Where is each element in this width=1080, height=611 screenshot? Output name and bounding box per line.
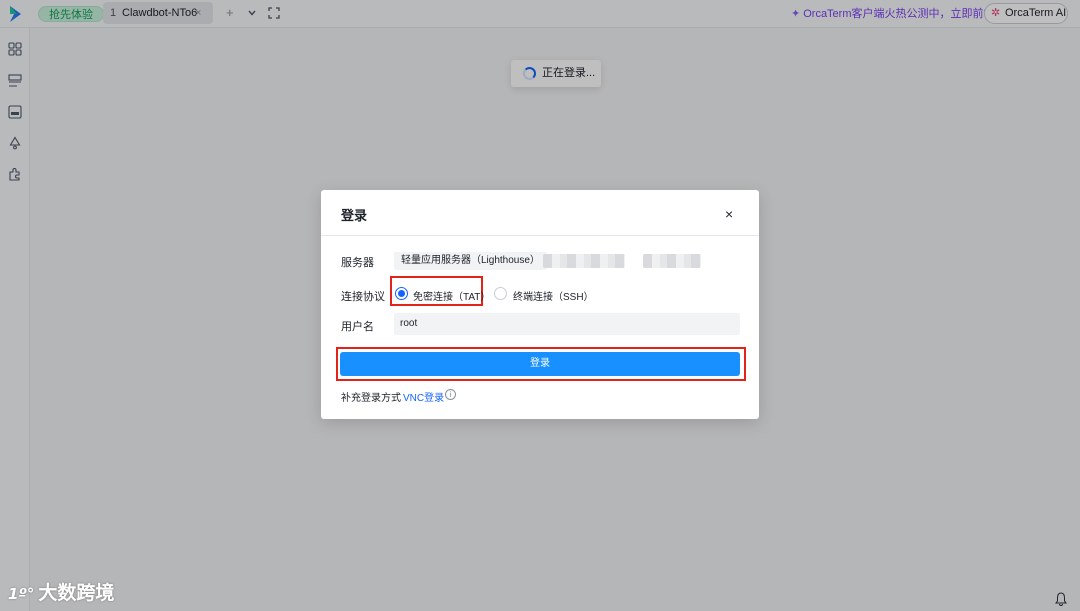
redacted-ip — [643, 254, 701, 268]
vnc-login-link[interactable]: VNC登录 — [403, 389, 444, 404]
extra-login-label: 补充登录方式 — [341, 393, 401, 404]
bell-icon[interactable] — [1055, 592, 1067, 606]
username-input[interactable]: root — [394, 313, 740, 335]
username-label: 用户名 — [341, 321, 374, 333]
server-label: 服务器 — [341, 257, 374, 269]
radio-ssh-label[interactable]: 终端连接（SSH） — [513, 288, 594, 303]
watermark: 1º° 大数跨境 — [8, 578, 114, 605]
dialog-divider — [321, 235, 759, 236]
close-icon[interactable]: × — [725, 207, 733, 221]
radio-tat[interactable] — [395, 287, 408, 300]
login-button[interactable]: 登录 — [340, 352, 740, 376]
radio-ssh[interactable] — [494, 287, 507, 300]
dialog-title: 登录 — [341, 208, 368, 223]
server-value: 轻量应用服务器（Lighthouse） — [394, 252, 547, 270]
redacted-ip — [543, 254, 625, 268]
protocol-label: 连接协议 — [341, 291, 385, 303]
watermark-text: 大数跨境 — [38, 582, 115, 604]
radio-tat-label[interactable]: 免密连接（TAT） — [413, 288, 490, 303]
login-dialog: 登录 × 服务器 轻量应用服务器（Lighthouse） 连接协议 免密连接（T… — [321, 190, 759, 419]
watermark-logo: 1º° — [8, 585, 35, 603]
info-icon[interactable]: i — [445, 389, 456, 400]
